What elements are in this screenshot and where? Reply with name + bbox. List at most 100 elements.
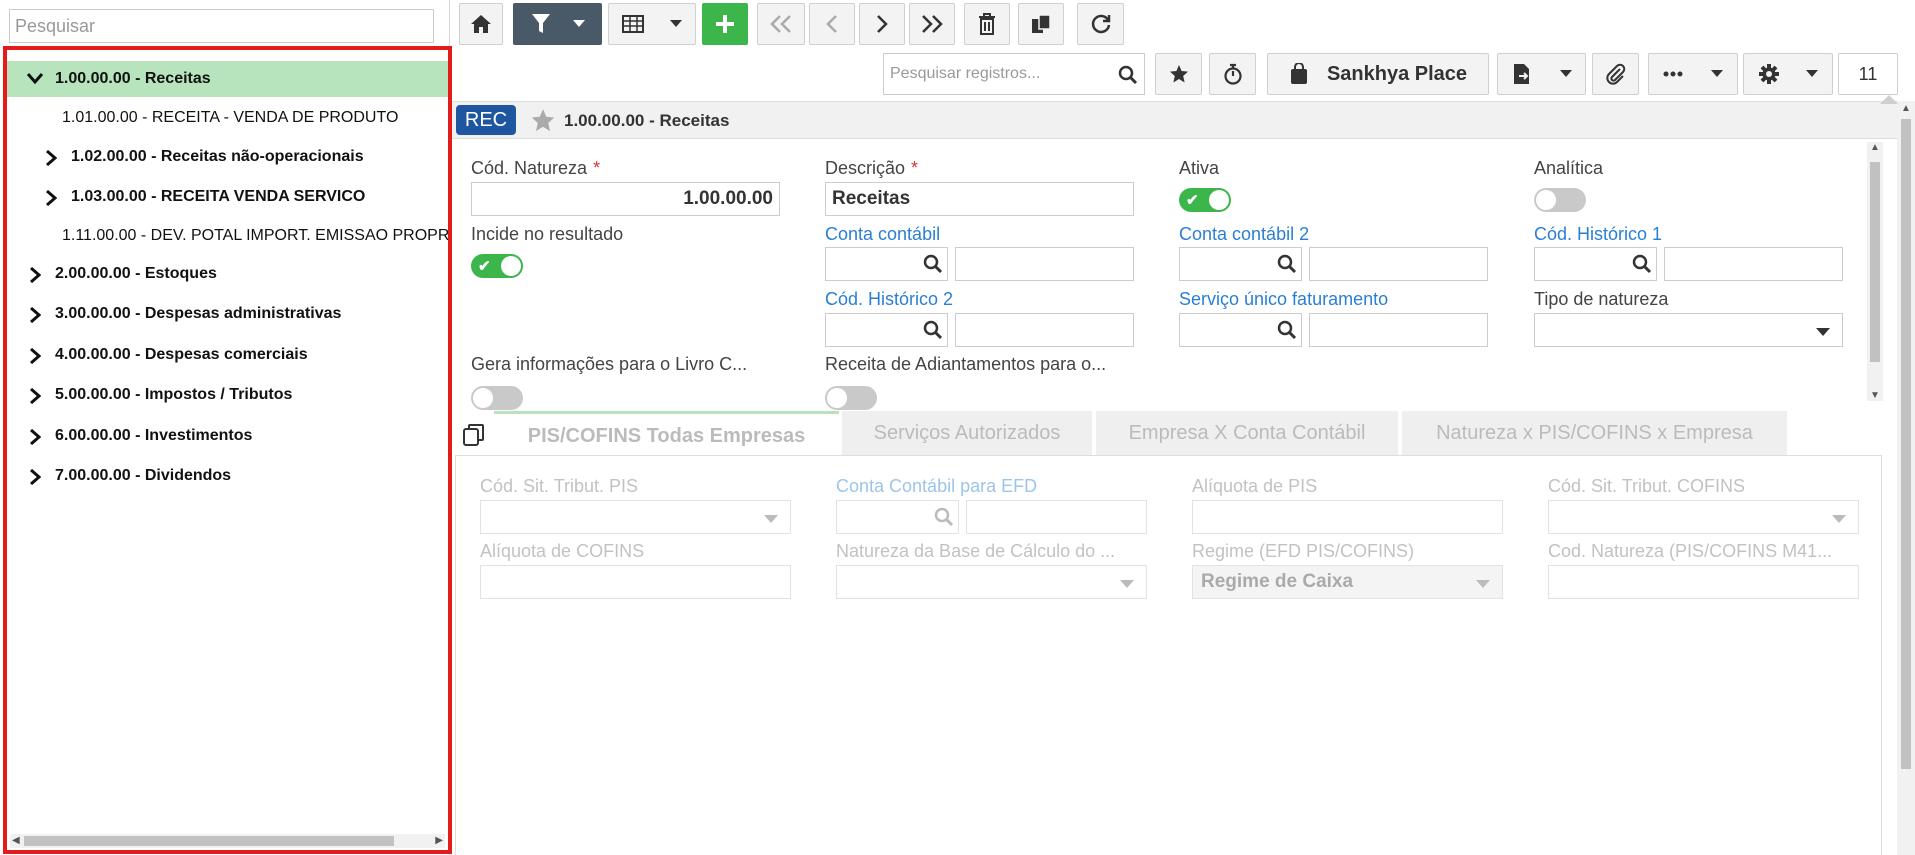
- sankhya-place-button[interactable]: Sankhya Place: [1267, 53, 1489, 95]
- plus-icon: [716, 15, 734, 33]
- chevron-right-icon[interactable]: [26, 458, 44, 494]
- previous-record-button[interactable]: [809, 3, 855, 45]
- ativa-toggle[interactable]: ✔: [1179, 188, 1231, 212]
- cod-historico1-desc-field[interactable]: [1664, 247, 1843, 281]
- grid-view-button[interactable]: [608, 3, 696, 45]
- scroll-up-icon[interactable]: ▲: [1870, 142, 1880, 153]
- tab-empresa-x-conta-contabil[interactable]: Empresa X Conta Contábil: [1096, 411, 1398, 455]
- cod-historico1-label[interactable]: Cód. Histórico 1: [1534, 224, 1662, 245]
- conta-contabil-code-field[interactable]: [825, 247, 948, 281]
- chevron-right-icon[interactable]: [26, 296, 44, 332]
- analitica-label: Analítica: [1534, 158, 1604, 178]
- chevron-right-icon[interactable]: [26, 256, 44, 292]
- receita-adiant-toggle[interactable]: [825, 386, 877, 410]
- paperclip-icon: [1605, 63, 1625, 85]
- search-icon[interactable]: [934, 507, 954, 527]
- search-icon[interactable]: [1277, 254, 1297, 274]
- cst-cofins-select[interactable]: [1548, 500, 1859, 534]
- search-icon[interactable]: [923, 254, 943, 274]
- aliquota-pis-field[interactable]: [1192, 500, 1503, 534]
- sankhya-place-label: Sankhya Place: [1326, 62, 1468, 85]
- search-icon[interactable]: [923, 320, 943, 340]
- tree-horizontal-scrollbar[interactable]: ◀ ▶: [10, 834, 445, 848]
- page-vertical-scrollbar[interactable]: ▲: [1897, 101, 1915, 855]
- tree-node-label: 1.11.00.00 - DEV. POTAL IMPORT. EMISSAO …: [62, 227, 452, 244]
- tree-search-input[interactable]: [9, 9, 434, 43]
- cst-pis-select[interactable]: [480, 500, 791, 534]
- tree-node-receitas[interactable]: 1.00.00.00 - Receitas: [7, 61, 448, 97]
- cod-historico2-code-field[interactable]: [825, 313, 948, 347]
- conta-contabil-desc-field[interactable]: [955, 247, 1134, 281]
- search-icon[interactable]: [1277, 320, 1297, 340]
- last-record-button[interactable]: [909, 3, 955, 45]
- servico-unico-code-field[interactable]: [1179, 313, 1302, 347]
- chevron-down-icon[interactable]: [26, 61, 44, 97]
- gera-livro-toggle[interactable]: [471, 386, 523, 410]
- conta-efd-code-field[interactable]: [836, 500, 959, 534]
- regime-select[interactable]: Regime de Caixa: [1192, 565, 1503, 599]
- cod-natureza-field[interactable]: 1.00.00.00: [471, 182, 780, 216]
- chevron-right-icon[interactable]: [42, 139, 60, 175]
- timer-button[interactable]: [1209, 53, 1256, 95]
- favorite-button[interactable]: [1155, 53, 1202, 95]
- copy-tab-icon[interactable]: [462, 423, 486, 447]
- star-icon[interactable]: [530, 108, 556, 133]
- search-icon[interactable]: [1632, 254, 1652, 274]
- tab-pis-cofins-todas-empresas[interactable]: PIS/COFINS Todas Empresas: [494, 411, 839, 455]
- natureza-base-select[interactable]: [836, 565, 1147, 599]
- analitica-toggle[interactable]: [1534, 188, 1586, 212]
- chevron-right-icon[interactable]: [42, 179, 60, 215]
- scroll-right-icon[interactable]: ▶: [435, 835, 443, 846]
- cod-historico2-desc-field[interactable]: [955, 313, 1134, 347]
- search-icon[interactable]: [1118, 65, 1138, 85]
- conta-contabil2-label[interactable]: Conta contábil 2: [1179, 224, 1309, 245]
- record-title-bar: REC 1.00.00.00 - Receitas: [452, 101, 1898, 139]
- chevron-right-icon[interactable]: [26, 337, 44, 373]
- conta-contabil2-desc-field[interactable]: [1309, 247, 1488, 281]
- tab-servicos-autorizados[interactable]: Serviços Autorizados: [842, 411, 1092, 455]
- conta-efd-label[interactable]: Conta Contábil para EFD: [836, 476, 1037, 497]
- cod-historico2-label[interactable]: Cód. Histórico 2: [825, 289, 953, 310]
- conta-contabil-label[interactable]: Conta contábil: [825, 224, 940, 245]
- record-search-field[interactable]: [883, 53, 1145, 95]
- home-icon: [471, 15, 491, 33]
- more-actions-button[interactable]: [1648, 53, 1738, 95]
- servico-unico-desc-field[interactable]: [1309, 313, 1488, 347]
- first-record-button[interactable]: [757, 3, 805, 45]
- export-button[interactable]: [1497, 53, 1586, 95]
- scrollbar-thumb[interactable]: [1901, 119, 1911, 769]
- chevron-right-icon[interactable]: [26, 418, 44, 454]
- delete-button[interactable]: [964, 3, 1010, 45]
- chevron-right-icon[interactable]: [26, 377, 44, 413]
- attach-button[interactable]: [1592, 53, 1639, 95]
- next-record-button[interactable]: [859, 3, 905, 45]
- home-button[interactable]: [459, 3, 503, 45]
- chevron-down-icon: [670, 20, 682, 27]
- refresh-button[interactable]: [1077, 3, 1124, 45]
- cod-natureza-m41-field[interactable]: [1548, 565, 1859, 599]
- last-icon: [922, 15, 943, 33]
- servico-unico-label[interactable]: Serviço único faturamento: [1179, 289, 1388, 310]
- record-search-input[interactable]: [884, 54, 1104, 94]
- scroll-left-icon[interactable]: ◀: [12, 835, 20, 846]
- scrollbar-thumb[interactable]: [1870, 162, 1880, 362]
- cod-natureza-label: Cód. Natureza *: [471, 158, 601, 178]
- conta-contabil2-code-field[interactable]: [1179, 247, 1302, 281]
- descricao-field[interactable]: Receitas: [825, 182, 1134, 216]
- scroll-up-icon[interactable]: ▲: [1901, 103, 1911, 114]
- filter-icon: [531, 14, 550, 33]
- form-vertical-scrollbar[interactable]: ▲ ▼: [1867, 142, 1883, 401]
- tab-natureza-pis-cofins-empresa[interactable]: Natureza x PIS/COFINS x Empresa: [1402, 411, 1787, 455]
- aliquota-cofins-field[interactable]: [480, 565, 791, 599]
- incide-resultado-toggle[interactable]: ✔: [471, 254, 523, 278]
- add-button[interactable]: [702, 3, 748, 45]
- scrollbar-thumb[interactable]: [24, 836, 394, 846]
- duplicate-button[interactable]: [1018, 3, 1064, 45]
- settings-button[interactable]: [1743, 53, 1833, 95]
- filter-button[interactable]: [513, 3, 602, 45]
- tree-node-label: 1.00.00.00 - Receitas: [55, 70, 211, 87]
- scroll-down-icon[interactable]: ▼: [1870, 390, 1880, 401]
- conta-efd-desc-field[interactable]: [966, 500, 1147, 534]
- tipo-natureza-select[interactable]: [1534, 313, 1843, 347]
- cod-historico1-code-field[interactable]: [1534, 247, 1657, 281]
